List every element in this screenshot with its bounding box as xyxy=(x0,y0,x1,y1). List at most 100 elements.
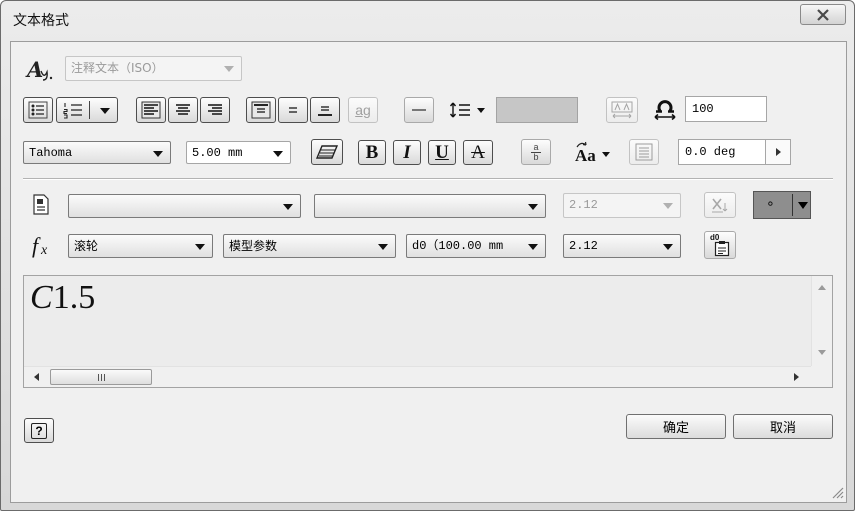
close-icon xyxy=(817,8,829,21)
symbol-subcategory-dropdown[interactable] xyxy=(314,194,546,218)
symbol-dropdown[interactable]: ∘ xyxy=(753,191,811,219)
symbol-category-dropdown[interactable] xyxy=(68,194,301,218)
scroll-right-icon[interactable] xyxy=(794,373,799,381)
valign-middle-icon xyxy=(289,107,297,113)
dialog-window: 文本格式 A 注释文本（ISO） ag 100 Tahoma 5.00 mm B… xyxy=(0,0,855,511)
oblique-button[interactable] xyxy=(311,139,343,165)
text-style-value: 注释文本（ISO） xyxy=(71,61,164,75)
width-factor-input[interactable] xyxy=(685,96,767,122)
symbol-precision-dropdown[interactable]: 2.12 xyxy=(563,193,681,218)
change-case-label: Aa xyxy=(575,145,596,165)
section-separator xyxy=(23,178,833,180)
stack-button[interactable]: ag xyxy=(348,97,378,123)
insert-parameter-icon xyxy=(714,241,730,257)
rotation-field xyxy=(678,139,791,165)
chevron-down-icon xyxy=(477,108,485,113)
help-button[interactable]: ? xyxy=(24,418,54,443)
line-icon xyxy=(412,109,426,111)
bullet-list-icon xyxy=(28,101,48,119)
valign-bottom-button[interactable] xyxy=(310,97,340,123)
symbol-precision-value: 2.12 xyxy=(569,198,598,212)
align-left-button[interactable] xyxy=(136,97,166,123)
align-left-icon xyxy=(141,101,161,119)
symbol-dropdown-divider xyxy=(792,194,793,216)
text-style-dropdown[interactable]: 注释文本（ISO） xyxy=(65,56,242,81)
rotation-spin-button[interactable] xyxy=(766,139,791,165)
line-button[interactable] xyxy=(404,97,434,123)
help-label: ? xyxy=(35,423,43,438)
dialog-title: 文本格式 xyxy=(13,13,69,29)
text-color-swatch[interactable] xyxy=(496,97,578,123)
vertical-scrollbar[interactable] xyxy=(811,276,832,366)
numbered-list-button[interactable] xyxy=(56,97,118,123)
chevron-down-icon xyxy=(273,151,283,157)
precision-format-button[interactable] xyxy=(704,192,736,218)
chevron-down-icon xyxy=(602,152,610,157)
horizontal-scrollbar[interactable] xyxy=(24,366,811,387)
font-size-value: 5.00 mm xyxy=(192,146,243,160)
scrollbar-corner xyxy=(811,366,832,387)
width-factor-icon xyxy=(652,98,678,122)
editor-text: C1.5 xyxy=(30,279,95,317)
parameter-source-dropdown[interactable]: 模型参数 xyxy=(223,234,396,258)
parameter-dropdown[interactable]: d0（100.00 mm xyxy=(406,234,546,258)
italic-button[interactable]: I xyxy=(393,140,421,165)
align-center-button[interactable] xyxy=(168,97,198,123)
scroll-up-icon[interactable] xyxy=(818,285,826,290)
function-icon-sub: x xyxy=(41,243,48,258)
change-case-dropdown[interactable]: Aa xyxy=(571,139,613,165)
grip-line xyxy=(97,373,99,381)
strikethrough-button[interactable]: A xyxy=(463,140,493,165)
text-fit-button[interactable] xyxy=(606,97,638,123)
valign-bottom-icon xyxy=(318,106,332,116)
cancel-button[interactable]: 取消 xyxy=(733,414,833,439)
ok-button[interactable]: 确定 xyxy=(626,414,726,439)
parameter-component-value: 滚轮 xyxy=(74,239,99,253)
parameter-value: d0（100.00 mm xyxy=(412,239,504,253)
chevron-down-icon xyxy=(224,66,234,72)
ok-button-label: 确定 xyxy=(662,421,689,436)
text-box-icon xyxy=(635,143,653,161)
font-dropdown[interactable]: Tahoma xyxy=(23,141,171,164)
parameter-source-value: 模型参数 xyxy=(229,239,278,253)
underline-button[interactable]: U xyxy=(428,140,456,165)
editor-text-value: 1.5 xyxy=(52,279,96,316)
text-style-swoosh-icon xyxy=(40,69,53,81)
align-right-icon xyxy=(208,104,222,115)
insert-parameter-button[interactable]: d0 xyxy=(704,231,736,259)
close-button[interactable] xyxy=(800,4,846,25)
text-editor[interactable]: C1.5 xyxy=(23,275,833,388)
cancel-button-label: 取消 xyxy=(769,421,796,436)
align-center-icon xyxy=(176,104,190,115)
scroll-left-icon[interactable] xyxy=(34,373,39,381)
text-fit-icon xyxy=(611,101,633,119)
parameter-component-dropdown[interactable]: 滚轮 xyxy=(68,234,213,258)
numbered-list-dropdown-arrow[interactable] xyxy=(100,108,110,114)
underline-label: U xyxy=(435,142,449,163)
valign-top-icon xyxy=(251,101,271,119)
resize-grip-icon[interactable] xyxy=(830,485,844,499)
grip-line xyxy=(103,373,105,381)
line-spacing-icon xyxy=(449,102,470,118)
parameter-precision-dropdown[interactable]: 2.12 xyxy=(563,234,681,258)
text-editor-area[interactable]: C1.5 xyxy=(24,276,811,366)
chevron-down-icon xyxy=(528,244,538,250)
valign-top-button[interactable] xyxy=(246,97,276,123)
scroll-down-icon[interactable] xyxy=(818,350,826,355)
chevron-down-icon xyxy=(378,244,388,250)
rotation-input[interactable] xyxy=(678,139,766,165)
chevron-down-icon xyxy=(153,151,163,157)
valign-middle-button[interactable] xyxy=(278,97,308,123)
fraction-button[interactable]: a b xyxy=(521,139,551,165)
line-spacing-dropdown[interactable] xyxy=(446,97,488,123)
bold-button[interactable]: B xyxy=(358,140,386,165)
horizontal-scroll-thumb[interactable] xyxy=(50,369,152,385)
chevron-down-icon xyxy=(283,204,293,210)
help-icon: ? xyxy=(31,422,47,439)
font-size-dropdown[interactable]: 5.00 mm xyxy=(186,141,291,164)
align-right-button[interactable] xyxy=(200,97,230,123)
text-box-button[interactable] xyxy=(629,139,659,165)
symbol-value: ∘ xyxy=(766,196,775,212)
bullet-list-button[interactable] xyxy=(23,97,53,123)
strikethrough-label: A xyxy=(471,142,485,163)
